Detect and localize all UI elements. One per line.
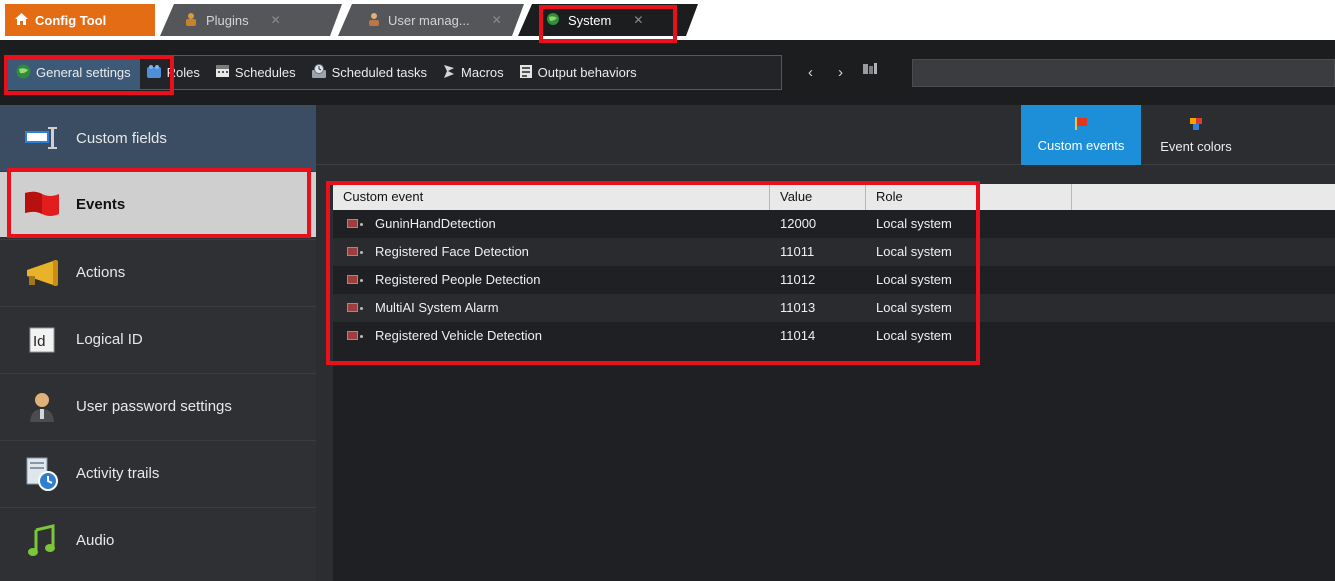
general-settings-button[interactable]: General settings xyxy=(8,56,140,89)
column-header-role[interactable]: Role xyxy=(866,184,1072,210)
toolbar: General settings Roles Schedules Schedul… xyxy=(0,40,1335,105)
sidebar-item-custom-fields[interactable]: Custom fields xyxy=(0,105,316,171)
custom-events-table: Custom event Value Role GuninHandDetecti… xyxy=(333,184,1335,581)
schedules-button[interactable]: Schedules xyxy=(209,56,305,89)
event-icon xyxy=(347,247,358,256)
tab-label: System xyxy=(568,12,612,28)
tab-user-management[interactable]: User manag... ✕ xyxy=(338,4,524,36)
tab-label: Config Tool xyxy=(35,12,107,28)
sidebar-item-logical-id[interactable]: Id Logical ID xyxy=(0,306,316,372)
history-icon[interactable] xyxy=(862,62,878,80)
id-icon: Id xyxy=(22,322,62,358)
tab-plugins[interactable]: Plugins ✕ xyxy=(160,4,342,36)
user-password-icon xyxy=(22,389,62,425)
event-icon xyxy=(347,275,358,284)
table-row[interactable]: Registered Face Detection 11011 Local sy… xyxy=(333,238,1335,266)
content-area: Custom event Value Role GuninHandDetecti… xyxy=(316,165,1335,581)
column-header-empty xyxy=(1072,184,1335,210)
forward-arrow-icon[interactable]: › xyxy=(838,64,843,81)
home-icon xyxy=(15,12,28,28)
table-header: Custom event Value Role xyxy=(333,184,1335,210)
table-row[interactable]: GuninHandDetection 12000 Local system xyxy=(333,210,1335,238)
system-globe-icon xyxy=(546,12,560,29)
sidebar-item-user-password-settings[interactable]: User password settings xyxy=(0,373,316,439)
flag-icon xyxy=(22,187,62,223)
custom-fields-icon xyxy=(22,120,62,156)
user-icon xyxy=(368,12,380,29)
calendar-icon xyxy=(215,64,230,81)
plugin-icon xyxy=(184,12,198,29)
tab-strip: Config Tool Plugins ✕ User manag... ✕ Sy… xyxy=(0,0,1335,40)
scheduled-task-icon xyxy=(311,63,327,82)
search-input[interactable] xyxy=(912,59,1335,87)
megaphone-icon xyxy=(22,255,62,291)
tab-system[interactable]: System ✕ xyxy=(518,4,698,36)
table-row[interactable]: MultiAI System Alarm 11013 Local system xyxy=(333,294,1335,322)
sidebar-item-actions[interactable]: Actions xyxy=(0,239,316,305)
event-icon xyxy=(347,303,358,312)
tab-event-colors[interactable]: Event colors xyxy=(1141,105,1251,165)
back-arrow-icon[interactable]: ‹ xyxy=(808,64,813,81)
sidebar-item-events[interactable]: Events xyxy=(0,171,316,237)
macro-icon xyxy=(442,64,456,82)
column-header-custom-event[interactable]: Custom event xyxy=(333,184,770,210)
event-icon xyxy=(347,219,358,228)
activity-trails-icon xyxy=(22,456,62,492)
roles-button[interactable]: Roles xyxy=(140,56,209,89)
close-icon[interactable]: ✕ xyxy=(492,13,502,27)
tab-custom-events[interactable]: Custom events xyxy=(1021,105,1141,165)
tab-label: Plugins xyxy=(206,12,249,28)
scheduled-tasks-button[interactable]: Scheduled tasks xyxy=(305,56,436,89)
output-behavior-icon xyxy=(519,64,533,82)
music-note-icon xyxy=(22,523,62,559)
output-behaviors-button[interactable]: Output behaviors xyxy=(513,56,646,89)
close-icon[interactable]: ✕ xyxy=(633,13,643,27)
sidebar-item-activity-trails[interactable]: Activity trails xyxy=(0,440,316,506)
tab-label: User manag... xyxy=(388,12,470,28)
tab-config-tool[interactable]: Config Tool xyxy=(5,4,155,36)
event-icon xyxy=(347,331,358,340)
roles-icon xyxy=(146,64,162,82)
table-row[interactable]: Registered Vehicle Detection 11014 Local… xyxy=(333,322,1335,350)
flag-icon xyxy=(1074,117,1088,133)
svg-text:Id: Id xyxy=(33,333,46,350)
content-header: Custom events Event colors xyxy=(316,105,1335,165)
table-row[interactable]: Registered People Detection 11012 Local … xyxy=(333,266,1335,294)
toolbar-group: General settings Roles Schedules Schedul… xyxy=(7,55,782,90)
close-icon[interactable]: ✕ xyxy=(271,13,281,27)
macros-button[interactable]: Macros xyxy=(436,56,513,89)
globe-icon xyxy=(16,64,31,82)
event-colors-icon xyxy=(1189,117,1203,134)
sidebar: Custom fields Events Actions Id Logical … xyxy=(0,105,316,581)
column-header-value[interactable]: Value xyxy=(770,184,866,210)
sidebar-item-audio[interactable]: Audio xyxy=(0,507,316,573)
